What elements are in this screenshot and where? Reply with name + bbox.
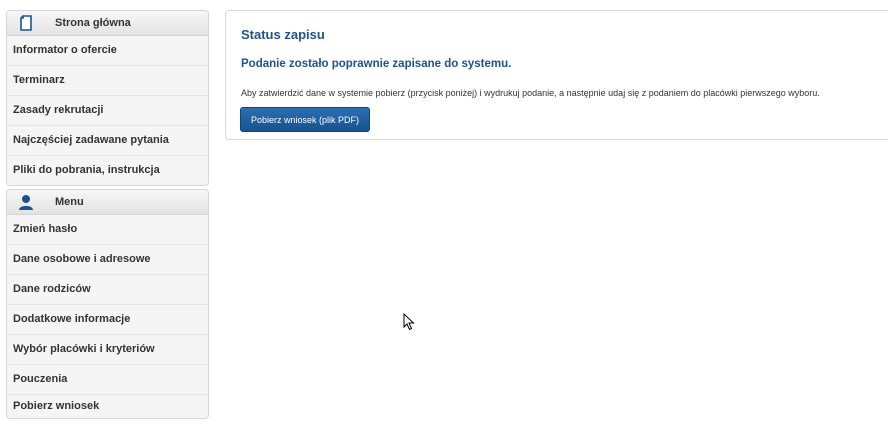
sidebar-item-terminarz[interactable]: Terminarz	[7, 66, 208, 96]
sidebar-group-title: Strona główna	[55, 17, 131, 29]
sidebar-item-faq[interactable]: Najczęściej zadawane pytania	[7, 126, 208, 156]
sidebar-item-dane-osobowe[interactable]: Dane osobowe i adresowe	[7, 245, 208, 275]
sidebar-item-pliki[interactable]: Pliki do pobrania, instrukcja	[7, 156, 208, 185]
sidebar-group-menu: Menu Zmień hasło Dane osobowe i adresowe…	[6, 189, 209, 419]
sidebar-group-home: Strona główna Informator o ofercie Termi…	[6, 10, 209, 186]
mouse-cursor-icon	[403, 312, 415, 336]
sidebar-item-pobierz-wniosek[interactable]: Pobierz wniosek	[7, 395, 208, 418]
sidebar: Strona główna Informator o ofercie Termi…	[6, 10, 209, 422]
user-icon	[17, 193, 35, 211]
sidebar-item-zmien-haslo[interactable]: Zmień hasło	[7, 215, 208, 245]
sidebar-item-dodatkowe[interactable]: Dodatkowe informacje	[7, 305, 208, 335]
sidebar-group-header-menu[interactable]: Menu	[7, 190, 208, 215]
success-message: Podanie zostało poprawnie zapisane do sy…	[241, 58, 512, 70]
sidebar-group-header-home[interactable]: Strona główna	[7, 11, 208, 36]
sidebar-item-zasady[interactable]: Zasady rekrutacji	[7, 96, 208, 126]
page-title: Status zapisu	[241, 27, 325, 42]
sidebar-item-pouczenia[interactable]: Pouczenia	[7, 365, 208, 395]
download-pdf-button[interactable]: Pobierz wniosek (plik PDF)	[240, 107, 371, 132]
sidebar-group-title: Menu	[55, 196, 84, 208]
status-panel: Status zapisu Podanie zostało poprawnie …	[225, 10, 888, 140]
sidebar-item-wybor-placowki[interactable]: Wybór placówki i kryteriów	[7, 335, 208, 365]
sidebar-item-informator[interactable]: Informator o ofercie	[7, 36, 208, 66]
document-icon	[17, 14, 35, 32]
sidebar-item-dane-rodzicow[interactable]: Dane rodziców	[7, 275, 208, 305]
instruction-text: Aby zatwierdzić dane w systemie pobierz …	[241, 88, 820, 98]
